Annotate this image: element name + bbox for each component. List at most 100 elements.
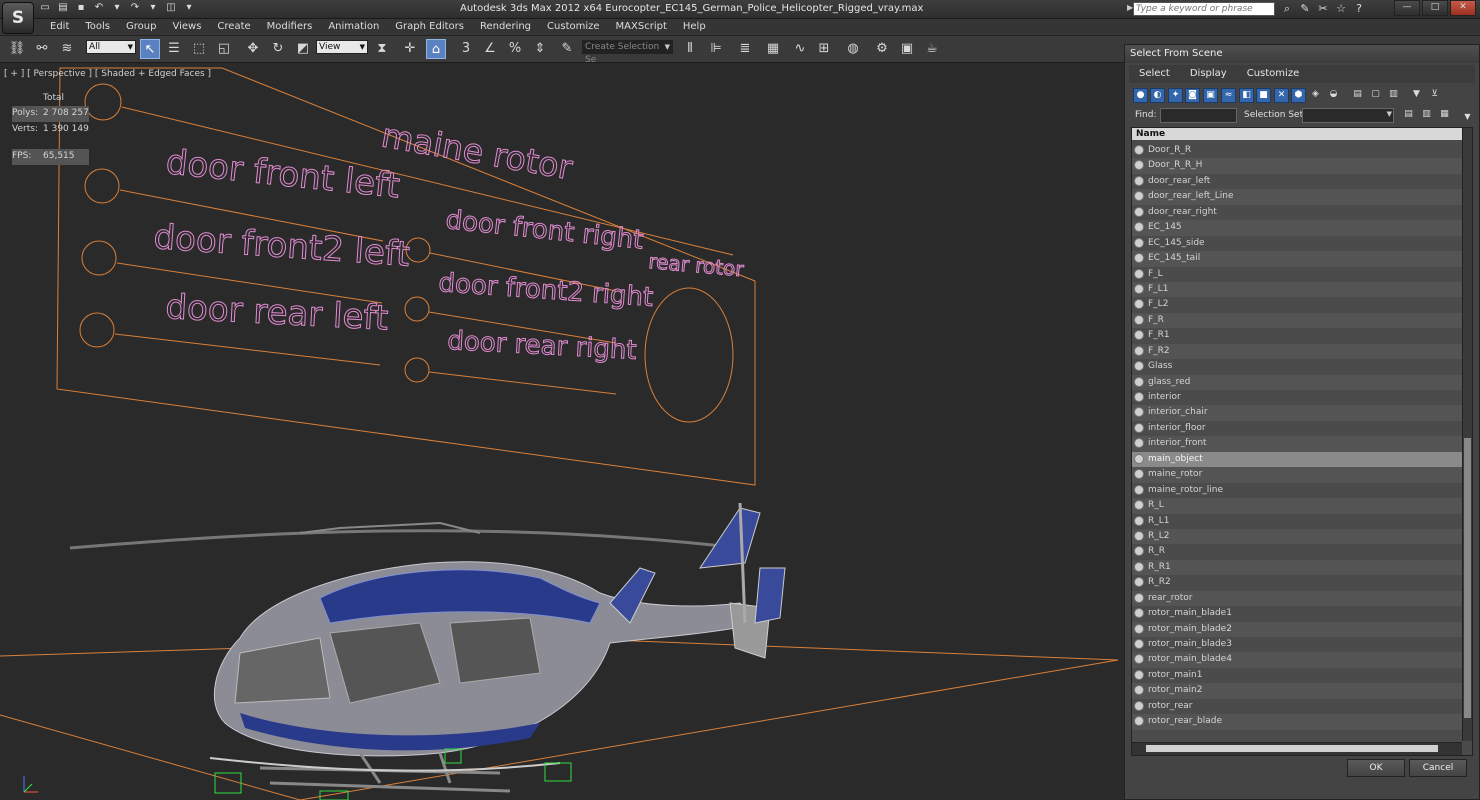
link-icon[interactable]: ⛓ [7,39,27,59]
list-item[interactable]: F_R [1132,312,1462,329]
list-item[interactable]: rotor_main_blade3 [1132,637,1462,652]
undo-icon[interactable]: ↶ [92,1,106,15]
display-frozen-icon[interactable]: ◈ [1308,88,1323,103]
menu-create[interactable]: Create [209,20,258,34]
menu-help[interactable]: Help [675,20,714,34]
list-item[interactable]: F_L2 [1132,297,1462,312]
star-icon[interactable]: ☆ [1334,1,1348,16]
vertical-scrollbar[interactable] [1462,128,1472,741]
material-editor-icon[interactable]: ◍ [843,39,863,59]
list-item[interactable]: Door_R_R [1132,143,1462,158]
list-item[interactable]: Glass [1132,359,1462,374]
list-item[interactable]: Door_R_R_H [1132,158,1462,174]
curve-editor-icon[interactable]: ∿ [790,39,810,59]
list-item[interactable]: rotor_rear_blade [1132,714,1462,730]
dialog-menu-display[interactable]: Display [1180,65,1237,83]
ok-button[interactable]: OK [1347,759,1405,777]
main-rotor-circle[interactable] [84,83,122,121]
binoculars-icon[interactable]: ⌕ [1280,1,1294,16]
layer-manager-icon[interactable]: ≣ [735,39,755,59]
display-shapes-icon[interactable]: ◐ [1150,88,1165,103]
vertical-scroll-thumb[interactable] [1464,438,1471,718]
list-item[interactable]: F_L1 [1132,281,1462,298]
select-all-icon[interactable]: ▤ [1350,88,1365,103]
list-item[interactable]: rotor_main_blade2 [1132,621,1462,637]
rectangle-selection-icon[interactable]: ⬚ [189,39,209,59]
perspective-viewport[interactable]: maine rotor door front left door front2 … [0,63,1124,800]
list-item[interactable]: rear_rotor [1132,590,1462,607]
list-item[interactable]: door_rear_left [1132,174,1462,189]
spinner-snap-icon[interactable]: ⇕ [530,39,550,59]
list-item[interactable]: EC_145 [1132,220,1462,236]
menu-rendering[interactable]: Rendering [472,20,539,34]
list-item[interactable]: interior_front [1132,436,1462,452]
helicopter-model[interactable] [69,502,786,793]
unlink-icon[interactable]: ⚯ [32,39,52,59]
search-box[interactable] [1133,2,1275,16]
helper-box[interactable] [544,762,572,782]
rendered-frame-window-icon[interactable]: ▣ [897,39,917,59]
undo-dropdown-icon[interactable]: ▾ [110,1,124,15]
list-item[interactable]: interior [1132,390,1462,405]
panel-collapse-icon[interactable]: ▼ [1460,110,1475,125]
display-cameras-icon[interactable]: ◙ [1185,88,1200,103]
column-header-name[interactable]: Name [1132,128,1462,140]
door-front2-left-circle[interactable] [81,240,117,276]
list-item[interactable]: R_R2 [1132,575,1462,590]
edit-named-selection-icon[interactable]: ✎ [557,39,577,59]
percent-snap-icon[interactable]: % [505,39,525,59]
reference-coordinate-dropdown[interactable]: View ▼ [316,40,368,54]
dialog-menu-select[interactable]: Select [1129,65,1180,83]
display-helpers-icon[interactable]: ▣ [1203,88,1218,103]
list-item[interactable]: R_R1 [1132,559,1462,576]
find-input[interactable] [1160,108,1237,123]
search-input[interactable] [1134,3,1274,15]
render-production-icon[interactable]: ☕ [922,39,942,59]
select-invert-icon[interactable]: ▥ [1386,88,1401,103]
align-icon[interactable]: ⊫ [706,39,726,59]
door-rear-left-circle[interactable] [79,312,115,348]
open-file-icon[interactable]: ▤ [56,1,70,15]
select-none-icon[interactable]: ▢ [1368,88,1383,103]
list-item[interactable]: F_L [1132,267,1462,282]
menu-edit[interactable]: Edit [42,20,77,34]
list-item[interactable]: R_L2 [1132,528,1462,545]
maximize-button[interactable]: □ [1422,0,1448,16]
display-groups-icon[interactable]: ◧ [1239,88,1254,103]
list-item[interactable]: glass_red [1132,374,1462,390]
list-item[interactable]: rotor_rear [1132,699,1462,714]
graphite-ribbon-icon[interactable]: ▦ [763,39,783,59]
project-folder-icon[interactable]: ◫ [164,1,178,15]
save-icon[interactable]: ▪ [74,1,88,15]
qat-dropdown-icon[interactable]: ▾ [182,1,196,15]
help-icon[interactable]: ? [1352,1,1366,16]
menu-maxscript[interactable]: MAXScript [608,20,675,34]
list-item[interactable]: EC_145_side [1132,236,1462,251]
door-rear-right-circle[interactable] [404,357,430,383]
list-item[interactable]: maine_rotor_line [1132,483,1462,498]
window-crossing-icon[interactable]: ◱ [214,39,234,59]
selection-filter-dropdown[interactable]: All ▼ [86,40,136,54]
select-scale-icon[interactable]: ◩ [293,39,313,59]
menu-customize[interactable]: Customize [539,20,608,34]
list-item[interactable]: door_rear_right [1132,205,1462,220]
display-bones-icon[interactable]: ✕ [1274,88,1289,103]
snaps-toggle-icon[interactable]: 3 [456,39,476,59]
select-by-name-icon[interactable]: ☰ [164,39,184,59]
redo-dropdown-icon[interactable]: ▾ [146,1,160,15]
list-item[interactable]: F_R2 [1132,343,1462,360]
named-selection-set-dropdown[interactable]: Create Selection Se ▼ [582,40,673,65]
menu-animation[interactable]: Animation [320,20,387,34]
render-setup-icon[interactable]: ⚙ [872,39,892,59]
menu-views[interactable]: Views [164,20,209,34]
list-item[interactable]: interior_floor [1132,421,1462,436]
dialog-menu-customize[interactable]: Customize [1237,65,1310,83]
horizontal-scrollbar[interactable] [1132,742,1462,755]
door-front-left-circle[interactable] [84,168,120,204]
new-file-icon[interactable]: ▭ [38,1,52,15]
list-item[interactable]: interior_chair [1132,405,1462,421]
selection-set-dropdown[interactable]: ▼ [1302,108,1394,123]
bind-space-warp-icon[interactable]: ≋ [57,39,77,59]
app-logo-icon[interactable]: S [2,2,34,34]
select-manipulate-icon[interactable]: ✛ [400,39,420,59]
